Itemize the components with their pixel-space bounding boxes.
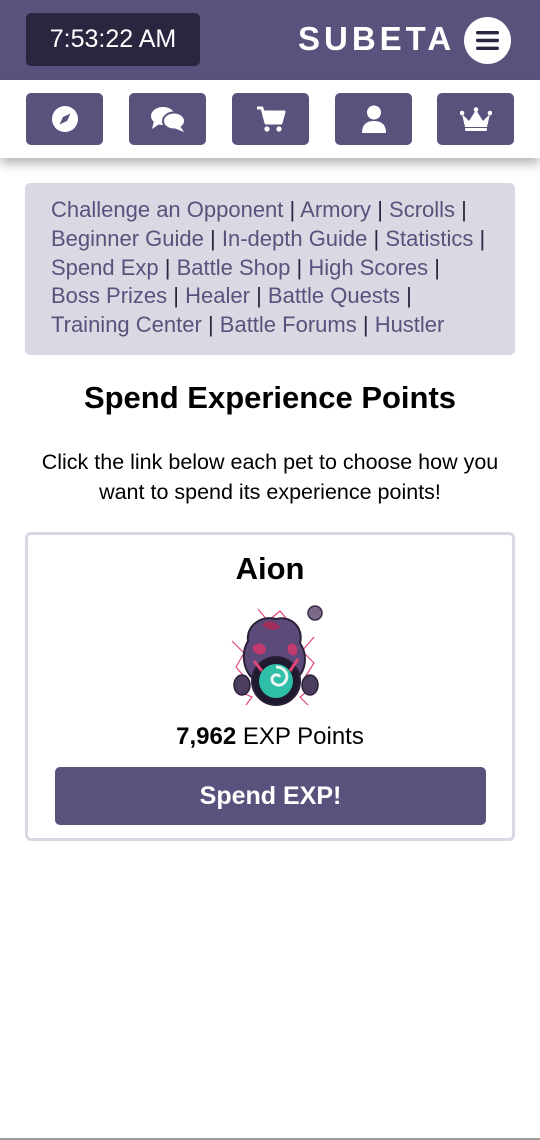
link-separator: | <box>296 254 303 280</box>
link-training-center[interactable]: Training Center <box>51 312 202 337</box>
link-separator: | <box>256 283 262 309</box>
compass-icon <box>51 106 78 132</box>
link-beginner-guide[interactable]: Beginner Guide <box>51 226 204 251</box>
chat-bubbles-icon <box>150 107 186 132</box>
pet-exp-value: 7,962 <box>176 723 237 750</box>
link-healer[interactable]: Healer <box>185 283 250 308</box>
link-separator: | <box>289 197 296 222</box>
link-battle-forums[interactable]: Battle Forums <box>220 312 357 337</box>
link-battle-quests[interactable]: Battle Quests <box>268 283 400 308</box>
link-separator: | <box>406 283 412 309</box>
user-icon <box>361 105 386 133</box>
link-separator: | <box>210 225 216 251</box>
chat-button[interactable] <box>129 93 206 145</box>
link-separator: | <box>373 225 380 251</box>
link-armory[interactable]: Armory <box>300 197 371 222</box>
link-separator: | <box>164 254 171 280</box>
hamburger-icon <box>476 31 499 50</box>
top-bar: 7:53:22 AM SUBETA <box>0 0 540 80</box>
link-separator: | <box>173 283 179 309</box>
link-challenge-opponent[interactable]: Challenge an Opponent <box>51 197 283 222</box>
shop-button[interactable] <box>232 93 309 145</box>
spend-exp-button[interactable]: Spend EXP! <box>55 767 486 825</box>
pet-card: Aion 7,962 EXP Points Spend EXP! <box>25 532 515 841</box>
premium-button[interactable] <box>437 93 514 145</box>
page-title: Spend Experience Points <box>83 380 457 415</box>
pet-exp-total: 7,962 EXP Points <box>28 723 512 751</box>
explore-button[interactable] <box>26 93 103 145</box>
link-separator: | <box>207 312 214 338</box>
link-statistics[interactable]: Statistics <box>385 226 473 251</box>
link-separator: | <box>434 254 441 280</box>
battle-links-panel: Challenge an Opponent | Armory | Scrolls… <box>25 183 515 355</box>
page-intro: Click the link below each pet to choose … <box>41 450 499 504</box>
clock: 7:53:22 AM <box>26 13 200 66</box>
link-separator: | <box>479 225 486 251</box>
menu-button[interactable] <box>464 17 511 64</box>
link-scrolls[interactable]: Scrolls <box>389 197 455 222</box>
link-boss-prizes[interactable]: Boss Prizes <box>51 283 167 308</box>
site-logo[interactable]: SUBETA <box>298 17 451 61</box>
link-spend-exp[interactable]: Spend Exp <box>51 255 159 280</box>
pet-name: Aion <box>235 551 305 586</box>
link-separator: | <box>362 312 369 338</box>
link-battle-shop[interactable]: Battle Shop <box>177 255 291 280</box>
profile-button[interactable] <box>335 93 412 145</box>
link-separator: | <box>461 197 467 222</box>
link-separator: | <box>377 197 383 222</box>
pet-exp-label: EXP Points <box>242 723 364 750</box>
pet-image <box>231 605 323 706</box>
shopping-cart-icon <box>256 106 285 132</box>
link-hustler[interactable]: Hustler <box>375 312 445 337</box>
crown-icon <box>459 107 492 131</box>
link-high-scores[interactable]: High Scores <box>308 255 428 280</box>
link-in-depth-guide[interactable]: In-depth Guide <box>222 226 368 251</box>
icon-nav-bar <box>0 80 540 158</box>
